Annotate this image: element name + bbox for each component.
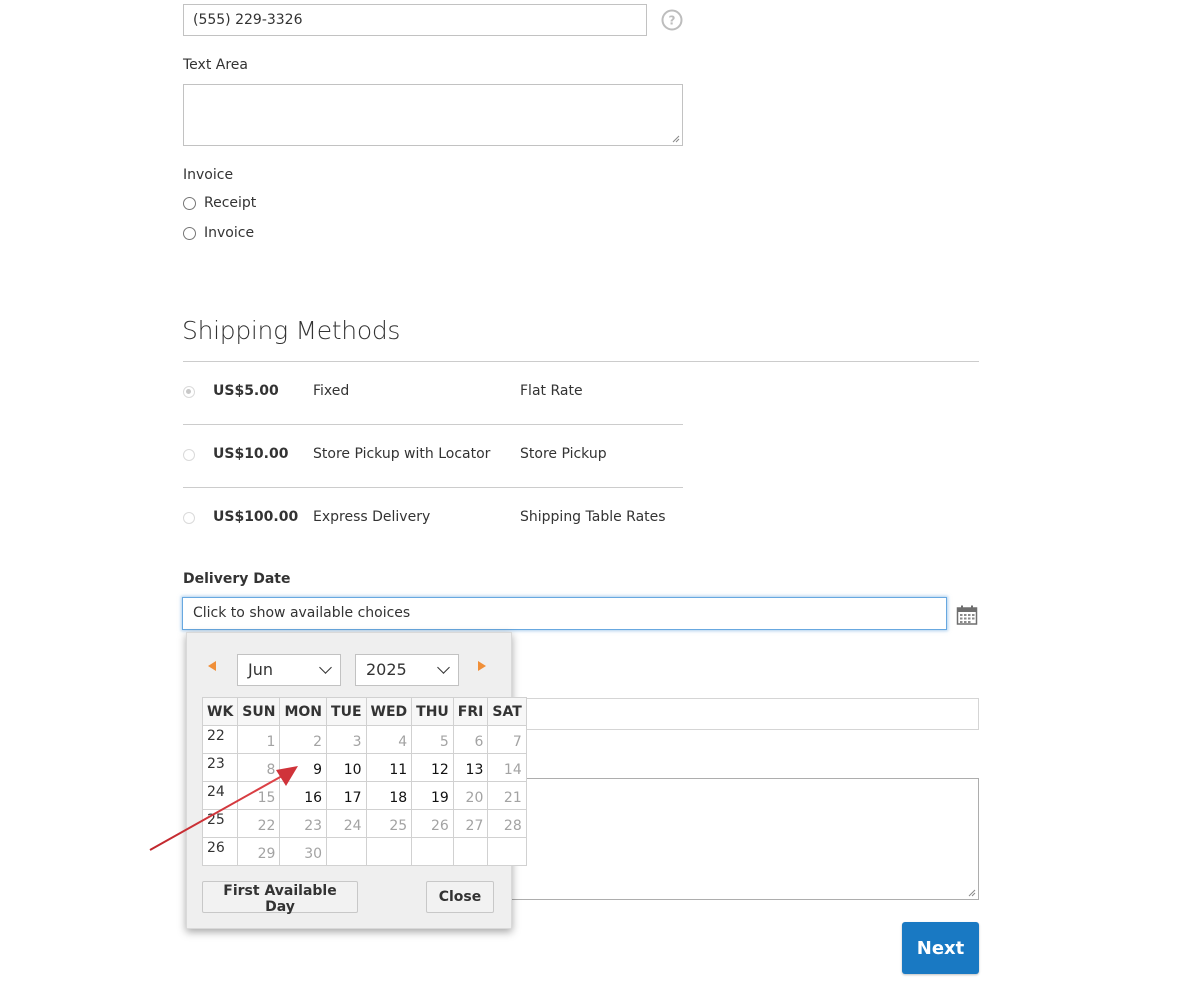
calendar-day: 4 [365, 725, 413, 754]
calendar-icon[interactable] [956, 604, 978, 626]
weekday-header: WED [365, 697, 413, 726]
week-number: 22 [201, 725, 239, 754]
weekday-header: TUE [326, 697, 367, 726]
receipt-radio[interactable] [183, 197, 196, 210]
first-available-day-button[interactable]: First Available Day [202, 881, 358, 915]
shipping-method-name: Fixed [313, 383, 350, 399]
calendar-day: 20 [452, 781, 489, 810]
receipt-option-label: Receipt [204, 195, 257, 211]
shipping-carrier-name: Flat Rate [520, 383, 583, 399]
calendar-day[interactable]: 19 [411, 781, 454, 810]
calendar-day[interactable]: 10 [326, 753, 367, 782]
year-select-value: 2025 [366, 660, 407, 679]
hidden-input-field[interactable] [470, 698, 979, 730]
annotation-arrow-icon [149, 766, 298, 851]
calendar-header-row: WK SUN MON TUE WED THU FRI SAT [201, 697, 527, 726]
calendar-day: 24 [326, 809, 367, 838]
invoice-label: Invoice [183, 167, 234, 183]
row-divider [183, 487, 683, 488]
weekday-header: SAT [487, 697, 527, 726]
month-select[interactable]: Jun [237, 654, 341, 686]
phone-input[interactable]: (555) 229-3326 [183, 4, 647, 36]
chevron-down-icon [437, 661, 450, 674]
calendar-day: 1 [237, 725, 281, 754]
calendar-empty-cell [365, 837, 413, 866]
weekday-header: THU [411, 697, 454, 726]
calendar-empty-cell [411, 837, 454, 866]
store-pickup-radio[interactable] [183, 449, 195, 461]
shipping-price: US$5.00 [213, 383, 279, 399]
calendar-day: 25 [365, 809, 413, 838]
shipping-carrier-name: Shipping Table Rates [520, 509, 666, 525]
weekday-header: SUN [237, 697, 281, 726]
calendar-day: 3 [326, 725, 367, 754]
shipping-price: US$10.00 [213, 446, 289, 462]
prev-month-icon[interactable] [208, 661, 216, 671]
calendar-day: 14 [487, 753, 527, 782]
month-select-value: Jun [248, 660, 273, 679]
calendar-day: 2 [279, 725, 328, 754]
flat-rate-radio[interactable] [183, 386, 195, 398]
delivery-date-label: Delivery Date [183, 571, 291, 587]
resize-handle-icon[interactable] [672, 135, 680, 143]
calendar-day: 6 [452, 725, 489, 754]
close-button[interactable]: Close [426, 881, 494, 913]
calendar-day[interactable]: 18 [365, 781, 413, 810]
calendar-day: 28 [487, 809, 527, 838]
table-rates-radio[interactable] [183, 512, 195, 524]
calendar-empty-cell [487, 837, 527, 866]
calendar-week-row: 22 1 2 3 4 5 6 7 [201, 725, 527, 754]
shipping-method-name: Express Delivery [313, 509, 431, 525]
shipping-methods-title: Shipping Methods [182, 316, 401, 345]
resize-handle-icon[interactable] [968, 889, 976, 897]
chevron-down-icon [319, 661, 332, 674]
calendar-day: 27 [452, 809, 489, 838]
calendar-day[interactable]: 13 [452, 753, 489, 782]
next-button[interactable]: Next [902, 922, 979, 974]
weekday-header: WK [201, 697, 239, 726]
weekday-header: FRI [452, 697, 489, 726]
comment-textarea[interactable] [470, 778, 979, 900]
calendar-day: 7 [487, 725, 527, 754]
invoice-radio[interactable] [183, 227, 196, 240]
delivery-date-input[interactable]: Click to show available choices [182, 597, 947, 630]
calendar-day[interactable]: 12 [411, 753, 454, 782]
year-select[interactable]: 2025 [355, 654, 459, 686]
calendar-day: 26 [411, 809, 454, 838]
section-divider [183, 361, 979, 362]
calendar-day[interactable]: 11 [365, 753, 413, 782]
svg-text:?: ? [669, 14, 676, 28]
calendar-day[interactable]: 17 [326, 781, 367, 810]
calendar-empty-cell [326, 837, 367, 866]
weekday-header: MON [279, 697, 328, 726]
text-area-label: Text Area [183, 57, 248, 73]
calendar-day: 21 [487, 781, 527, 810]
next-month-icon[interactable] [478, 661, 486, 671]
shipping-carrier-name: Store Pickup [520, 446, 607, 462]
row-divider [183, 424, 683, 425]
shipping-price: US$100.00 [213, 509, 299, 525]
invoice-option-label: Invoice [204, 225, 255, 241]
text-area-field[interactable] [183, 84, 683, 146]
help-icon[interactable]: ? [661, 9, 683, 31]
calendar-day: 5 [411, 725, 454, 754]
calendar-empty-cell [452, 837, 489, 866]
shipping-method-name: Store Pickup with Locator [313, 446, 491, 462]
